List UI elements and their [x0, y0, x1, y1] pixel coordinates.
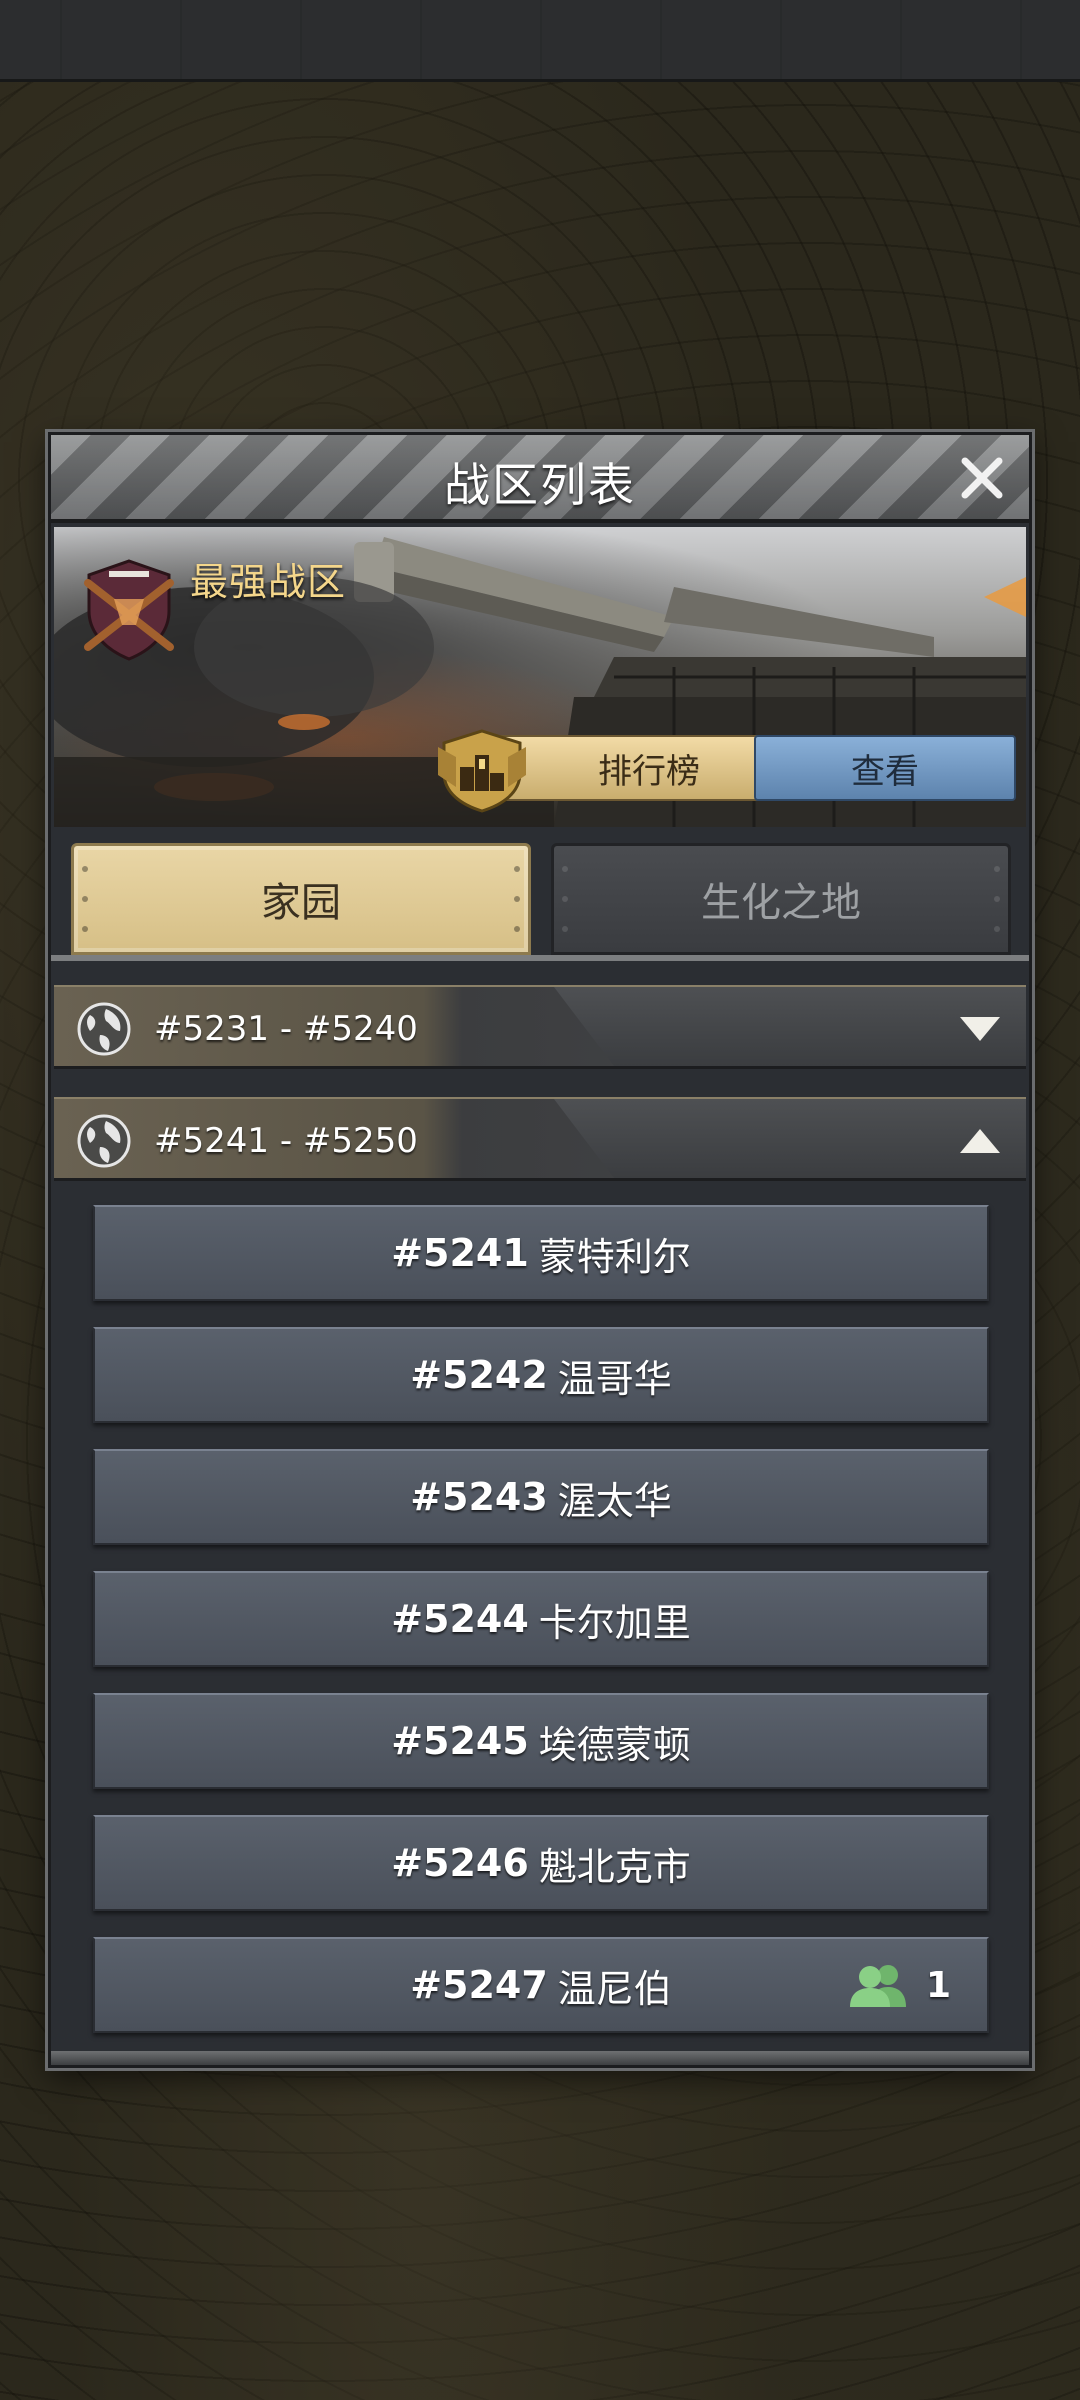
server-group-range: #5231 - #5240	[154, 1009, 418, 1049]
server-name: 卡尔加里	[538, 1600, 691, 1645]
crossed-rifles-emblem-icon	[84, 559, 174, 661]
server-group-header[interactable]: #5231 - #5240	[54, 985, 1026, 1069]
player-count-indicator: 1	[848, 1961, 951, 2009]
server-id: #5243	[410, 1475, 548, 1519]
players-icon	[849, 1965, 906, 2007]
strongest-zone-banner: 最强战区 排行榜 查看	[54, 527, 1026, 827]
server-id: #5241	[391, 1231, 529, 1275]
server-id: #5245	[391, 1719, 529, 1763]
server-row[interactable]: #5243 渥太华	[93, 1449, 989, 1545]
server-group-header[interactable]: #5241 - #5250	[54, 1097, 1026, 1181]
zone-tabs: 家园 生化之地	[71, 843, 1015, 961]
panel-title: 战区列表	[444, 458, 636, 512]
tab-home-label: 家园	[261, 880, 341, 926]
view-label: 查看	[851, 751, 919, 792]
server-group-range: #5241 - #5250	[154, 1121, 418, 1161]
server-id: #5247	[410, 1963, 548, 2007]
tab-home[interactable]: 家园	[71, 843, 531, 955]
server-row[interactable]: #5241 蒙特利尔	[93, 1205, 989, 1301]
podium-shield-icon	[438, 729, 526, 813]
ranking-group: 排行榜	[434, 727, 774, 813]
server-name: 魁北克市	[538, 1844, 691, 1889]
tab-biochemical-zone[interactable]: 生化之地	[551, 843, 1011, 955]
view-button[interactable]: 查看	[754, 735, 1016, 801]
panel-header: 战区列表	[51, 435, 1029, 523]
server-id: #5242	[410, 1353, 548, 1397]
server-name: 埃德蒙顿	[538, 1722, 691, 1767]
server-row[interactable]: #5245 埃德蒙顿	[93, 1693, 989, 1789]
ranking-label: 排行榜	[598, 751, 700, 792]
chevron-up-icon	[960, 1129, 1000, 1153]
server-id: #5244	[391, 1597, 529, 1641]
close-button[interactable]	[949, 445, 1015, 511]
server-id: #5246	[391, 1841, 529, 1885]
chevron-down-icon	[960, 1017, 1000, 1041]
server-list-panel: 战区列表 最强战区 排行榜 查看 家园 生化之地 #5231 - #5240 #…	[48, 432, 1032, 2068]
server-name: 蒙特利尔	[538, 1234, 691, 1279]
server-row[interactable]: #5244 卡尔加里	[93, 1571, 989, 1667]
close-icon	[961, 457, 1003, 499]
player-count: 1	[925, 1964, 951, 2006]
panel-bottom-edge	[51, 2051, 1029, 2065]
server-name: 温哥华	[557, 1356, 672, 1401]
globe-icon	[77, 1114, 131, 1168]
server-name: 渥太华	[557, 1478, 672, 1523]
server-row[interactable]: #5247 温尼伯 1	[93, 1937, 989, 2033]
server-name: 温尼伯	[557, 1966, 672, 2011]
tab-biochemical-zone-label: 生化之地	[701, 880, 861, 926]
tabs-divider	[51, 955, 1029, 961]
server-row[interactable]: #5246 魁北克市	[93, 1815, 989, 1911]
ranking-button[interactable]: 排行榜	[494, 735, 764, 801]
globe-icon	[77, 1002, 131, 1056]
server-row[interactable]: #5242 温哥华	[93, 1327, 989, 1423]
strongest-zone-title: 最强战区	[190, 560, 347, 604]
